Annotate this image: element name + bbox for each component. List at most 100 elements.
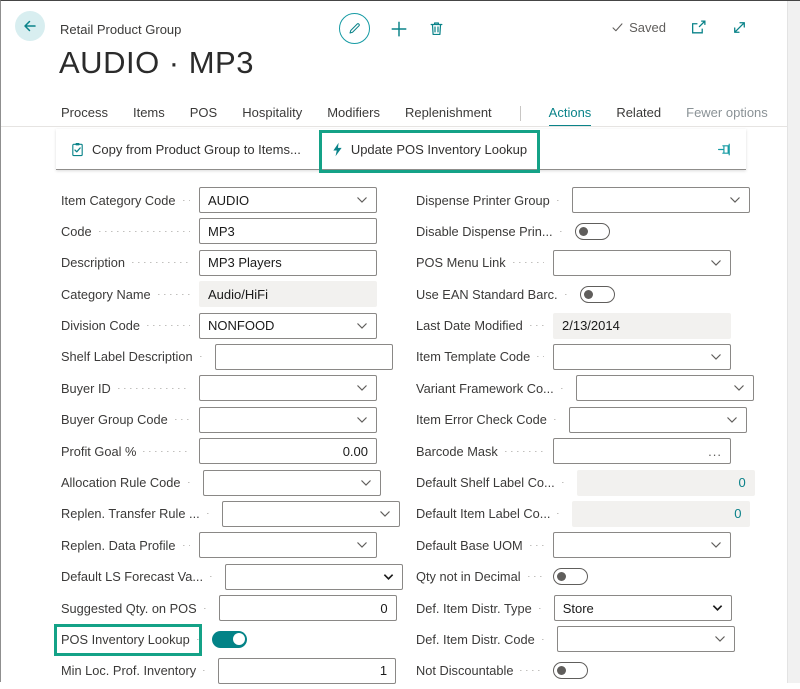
dotted-leader	[539, 608, 545, 609]
dotted-leader	[99, 231, 190, 232]
toggle-knob	[557, 572, 566, 581]
input-min-loc-prof-inventory[interactable]: 1	[218, 658, 396, 684]
field-value[interactable]: 0	[586, 475, 746, 490]
combo-item-template-code[interactable]	[553, 344, 731, 370]
tab-process[interactable]: Process	[61, 105, 108, 125]
page-title: AUDIO · MP3	[59, 45, 254, 81]
dotted-leader	[562, 482, 568, 483]
field-value: NONFOOD	[208, 318, 352, 333]
field-row-def-item-distr-code: Def. Item Distr. Code	[416, 626, 731, 652]
dotted-leader	[554, 419, 560, 420]
input-last-date-modified: 2/13/2014	[553, 313, 731, 339]
tab-related[interactable]: Related	[616, 105, 661, 125]
check-icon	[611, 21, 624, 34]
pin-button[interactable]	[717, 141, 734, 158]
field-value: AUDIO	[208, 193, 352, 208]
combo-dispense-printer-group[interactable]	[572, 187, 750, 213]
combo-item-category-code[interactable]: AUDIO	[199, 187, 377, 213]
chevron-down-icon	[356, 322, 368, 330]
dotted-leader	[557, 200, 563, 201]
field-row-last-date-modified: Last Date Modified2/13/2014	[416, 313, 731, 339]
select-default-ls-forecast-va[interactable]	[225, 564, 403, 590]
tab-items[interactable]: Items	[133, 105, 165, 125]
tab-pos[interactable]: POS	[190, 105, 217, 125]
edit-button[interactable]	[339, 13, 370, 44]
dotted-leader	[118, 388, 190, 389]
field-label-barcode-mask: Barcode Mask	[416, 444, 498, 459]
open-in-window-button[interactable]	[690, 19, 707, 36]
dotted-leader	[200, 356, 206, 357]
dotted-leader	[561, 388, 567, 389]
field-value: 1	[227, 663, 387, 678]
action-label: Copy from Product Group to Items...	[92, 142, 301, 157]
field-row-shelf-label-description: Shelf Label Description	[61, 344, 377, 370]
chevron-down-icon	[710, 259, 722, 267]
new-button[interactable]	[390, 20, 408, 38]
vertical-scrollbar[interactable]	[787, 1, 800, 683]
field-value[interactable]: 0	[581, 506, 741, 521]
dotted-leader	[530, 545, 544, 546]
tab-modifiers[interactable]: Modifiers	[327, 105, 380, 125]
tab-hospitality[interactable]: Hospitality	[242, 105, 302, 125]
select-def-item-distr-type[interactable]: Store	[554, 595, 732, 621]
field-row-default-item-label-co: Default Item Label Co...0	[416, 501, 731, 527]
tab-actions[interactable]: Actions	[549, 105, 592, 127]
toggle-pos-inventory-lookup[interactable]	[212, 631, 247, 648]
toggle-qty-not-in-decimal[interactable]	[553, 568, 588, 585]
delete-button[interactable]	[428, 20, 445, 37]
dotted-leader	[520, 670, 544, 671]
back-button[interactable]	[15, 11, 45, 41]
input-category-name: Audio/HiFi	[199, 281, 377, 307]
field-label-def-item-distr-code: Def. Item Distr. Code	[416, 632, 535, 647]
chevron-down-icon	[726, 416, 738, 424]
dotted-leader	[143, 451, 190, 452]
input-code[interactable]: MP3	[199, 218, 377, 244]
combo-default-base-uom[interactable]	[553, 532, 731, 558]
dotted-leader	[537, 356, 544, 357]
combo-def-item-distr-code[interactable]	[557, 626, 735, 652]
field-value: 2/13/2014	[562, 318, 722, 333]
combo-buyer-group-code[interactable]	[199, 407, 377, 433]
input-description[interactable]: MP3 Players	[199, 250, 377, 276]
input-suggested-qty-on-pos[interactable]: 0	[219, 595, 397, 621]
dotted-leader	[132, 262, 190, 263]
combo-variant-framework-co[interactable]	[576, 375, 754, 401]
action-update-pos-inventory-lookup[interactable]: Update POS Inventory Lookup	[331, 142, 527, 157]
action-copy-from-product-group-to-items[interactable]: Copy from Product Group to Items...	[70, 142, 301, 157]
toggle-use-ean-standard-barc[interactable]	[580, 286, 615, 303]
combo-allocation-rule-code[interactable]	[203, 470, 381, 496]
input-barcode-mask[interactable]: ...	[553, 438, 731, 464]
breadcrumb[interactable]: Retail Product Group	[60, 22, 181, 37]
field-label-dispense-printer-group: Dispense Printer Group	[416, 193, 550, 208]
field-row-variant-framework-co: Variant Framework Co...	[416, 375, 731, 401]
chevron-down-icon	[714, 635, 726, 643]
combo-pos-menu-link[interactable]	[553, 250, 731, 276]
dotted-leader	[560, 231, 566, 232]
toggle-not-discountable[interactable]	[553, 662, 588, 679]
combo-replen-transfer-rule[interactable]	[222, 501, 400, 527]
combo-division-code[interactable]: NONFOOD	[199, 313, 377, 339]
chevron-down-icon	[710, 353, 722, 361]
field-value: Store	[563, 601, 708, 616]
field-label-item-category-code: Item Category Code	[61, 193, 176, 208]
expand-button[interactable]	[731, 19, 748, 36]
field-label-pos-inventory-lookup: POS Inventory Lookup	[61, 632, 190, 647]
combo-replen-data-profile[interactable]	[199, 532, 377, 558]
dotted-leader	[505, 451, 544, 452]
field-row-not-discountable: Not Discountable	[416, 658, 731, 684]
plus-icon	[390, 20, 408, 38]
tab-fewer-options[interactable]: Fewer options	[686, 105, 768, 125]
field-label-allocation-rule-code: Allocation Rule Code	[61, 475, 181, 490]
combo-buyer-id[interactable]	[199, 375, 377, 401]
chevron-down-icon	[356, 196, 368, 204]
input-profit-goal[interactable]: 0.00	[199, 438, 377, 464]
assist-edit-icon[interactable]: ...	[708, 444, 722, 459]
field-row-division-code: Division CodeNONFOOD	[61, 313, 377, 339]
field-row-suggested-qty-on-pos: Suggested Qty. on POS0	[61, 595, 377, 621]
input-shelf-label-description[interactable]	[215, 344, 393, 370]
tab-replenishment[interactable]: Replenishment	[405, 105, 492, 125]
toggle-disable-dispense-prin[interactable]	[575, 223, 610, 240]
field-label-default-item-label-co: Default Item Label Co...	[416, 506, 550, 521]
field-row-buyer-id: Buyer ID	[61, 375, 377, 401]
combo-item-error-check-code[interactable]	[569, 407, 747, 433]
